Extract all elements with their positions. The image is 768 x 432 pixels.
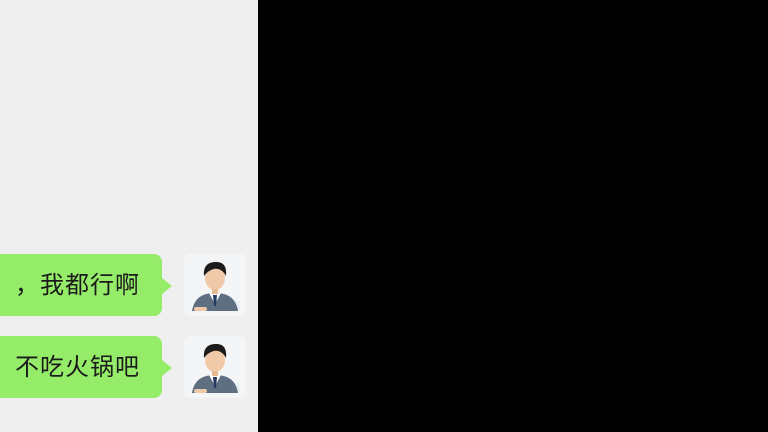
outgoing-message-bubble[interactable]: ，我都行啊 [0,254,162,316]
chat-message-row: ，我都行啊 [0,254,258,318]
chat-message-row: 不吃火锅吧 [0,336,258,400]
message-bubble-tail [162,278,172,294]
outgoing-message-bubble[interactable]: 不吃火锅吧 [0,336,162,398]
message-text: ，我都行啊 [15,271,140,299]
message-bubble-tail [162,360,172,376]
chat-message-panel: ，我都行啊 不吃火锅吧 [0,0,258,432]
businessman-avatar-icon[interactable] [184,336,246,398]
empty-black-area [258,0,768,432]
businessman-avatar-icon[interactable] [184,254,246,316]
screenshot-frame: ，我都行啊 不吃火锅吧 [0,0,768,432]
message-text: 不吃火锅吧 [15,353,140,381]
